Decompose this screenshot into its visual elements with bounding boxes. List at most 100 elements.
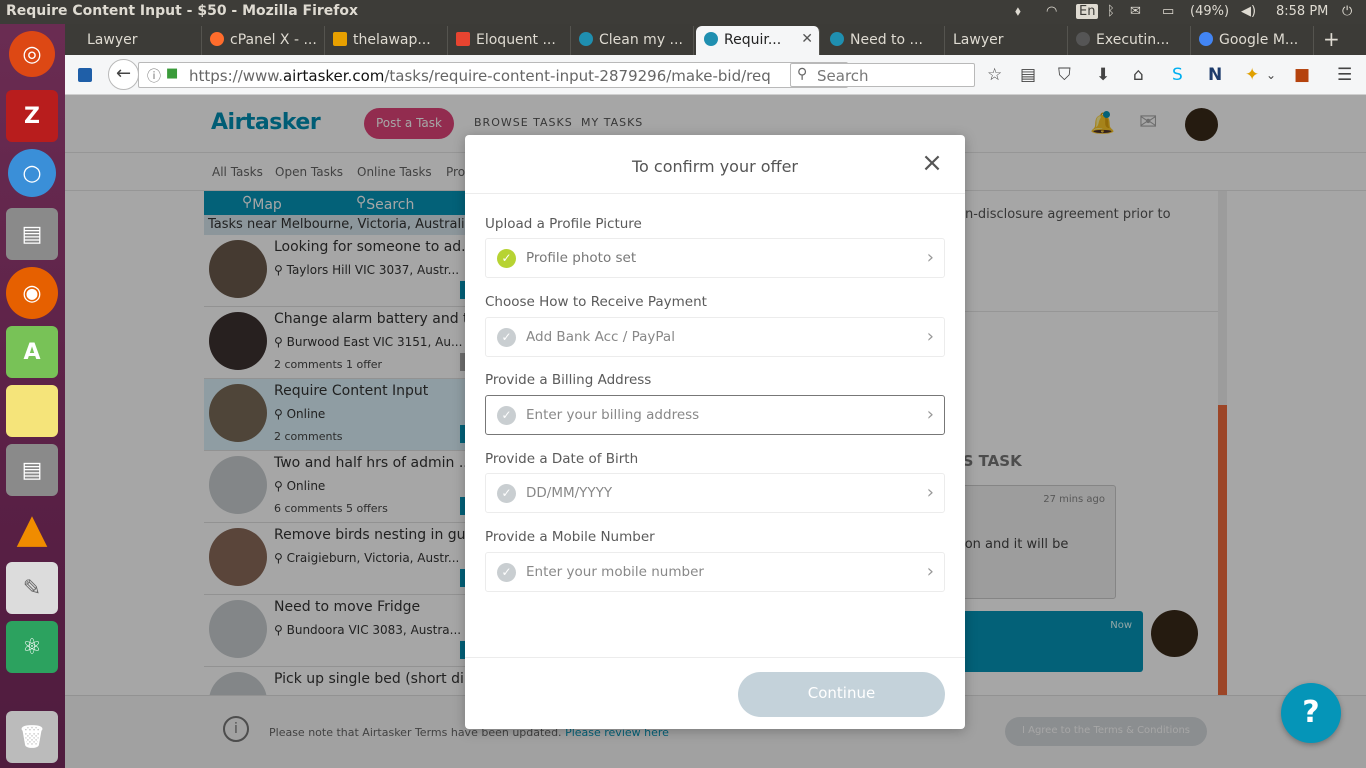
tab-lawyer-2[interactable]: Lawyer [945, 26, 1068, 55]
downloads-icon[interactable]: ⬇ [1096, 65, 1110, 85]
battery-percent: (49%) [1190, 4, 1230, 19]
modal-header: To confirm your offer × [465, 135, 965, 194]
battery-icon[interactable]: ▭ [1162, 4, 1174, 19]
launcher: ◎ Z ○ ▤ ◉ A ▤ ▲ ✎ ⚛ 🗑 [0, 24, 65, 768]
check-icon: ✓ [497, 406, 516, 425]
tab-clean[interactable]: Clean my ... [571, 26, 694, 55]
mobile-number-label: Provide a Mobile Number [485, 529, 655, 545]
mobile-number-value: Enter your mobile number [526, 564, 704, 580]
check-icon: ✓ [497, 484, 516, 503]
clock[interactable]: 8:58 PM [1276, 4, 1328, 19]
search-input[interactable]: ⚲ Search [790, 63, 975, 87]
payment-value: Add Bank Acc / PayPal [526, 329, 675, 345]
bookmark-star-icon[interactable]: ☆ [987, 65, 1002, 85]
os-top-bar: Require Content Input - $50 - Mozilla Fi… [0, 0, 1366, 24]
tab-executing[interactable]: Executin... [1068, 26, 1191, 55]
airtasker-icon [830, 32, 844, 46]
volume-icon[interactable]: ◀) [1241, 4, 1256, 19]
date-of-birth-label: Provide a Date of Birth [485, 451, 639, 467]
reading-list-icon[interactable]: ▤ [1020, 65, 1036, 85]
github-icon [1076, 32, 1090, 46]
extension-n-icon[interactable]: N [1208, 65, 1222, 85]
check-icon: ✓ [497, 249, 516, 268]
vlc-icon[interactable]: ▲ [6, 503, 58, 555]
url-path: /tasks/require-content-input-2879296/mak… [384, 67, 771, 85]
power-icon[interactable]: ⏻ [1342, 4, 1352, 19]
extension-red-icon[interactable]: ■ [1294, 65, 1310, 85]
close-tab-icon[interactable]: ✕ [801, 31, 813, 47]
tab-lawyer[interactable]: Lawyer [79, 26, 202, 55]
chevron-right-icon: › [926, 404, 934, 425]
pma-icon [333, 32, 347, 46]
tab-thelawap[interactable]: thelawap... [325, 26, 448, 55]
airtasker-icon [579, 32, 593, 46]
tab-need-to[interactable]: Need to ... [822, 26, 945, 55]
new-tab-icon[interactable]: + [1323, 27, 1340, 51]
sticky-notes-icon[interactable] [6, 385, 58, 437]
chevron-right-icon: › [926, 561, 934, 582]
billing-address-value: Enter your billing address [526, 407, 700, 423]
divider [465, 657, 965, 658]
tab-require[interactable]: Requir... ✕ [696, 26, 820, 55]
chevron-right-icon: › [926, 247, 934, 268]
window-title: Require Content Input - $50 - Mozilla Fi… [6, 3, 359, 19]
navigation-bar: ← ⓘ ■ https://www.airtasker.com/tasks/re… [65, 55, 1366, 95]
dropbox-icon[interactable]: ⬧ [1015, 4, 1021, 19]
airtasker-icon [704, 32, 718, 46]
extension-puzzle-icon[interactable]: ✦ [1245, 65, 1259, 85]
keyboard-layout[interactable]: En [1076, 4, 1099, 19]
skype-icon[interactable]: S [1172, 65, 1183, 85]
url-prefix: https://www. [189, 67, 283, 85]
firefox-icon[interactable]: ◉ [6, 267, 58, 319]
pocket-icon[interactable]: ⛉ [1058, 65, 1071, 85]
url-bar[interactable]: ⓘ ■ https://www.airtasker.com/tasks/requ… [138, 62, 848, 88]
chevron-down-icon[interactable]: ⌄ [1266, 68, 1276, 82]
chevron-right-icon: › [926, 326, 934, 347]
ubuntu-dash-icon[interactable]: ◎ [9, 31, 55, 77]
google-icon [1199, 32, 1213, 46]
date-of-birth-value: DD/MM/YYYY [526, 485, 613, 501]
modal-title: To confirm your offer [632, 157, 798, 176]
url-info-icon[interactable]: ⓘ [147, 66, 161, 86]
back-button[interactable]: ← [108, 59, 139, 90]
check-icon: ✓ [497, 563, 516, 582]
check-icon: ✓ [497, 328, 516, 347]
tab-eloquent[interactable]: Eloquent ... [448, 26, 571, 55]
close-icon[interactable]: × [921, 150, 943, 176]
text-editor-icon[interactable]: ✎ [6, 562, 58, 614]
menu-icon[interactable]: ☰ [1337, 65, 1352, 85]
trash-icon[interactable]: 🗑 [6, 711, 58, 763]
bluetooth-icon[interactable]: ᛒ [1107, 4, 1115, 19]
tab-cpanel[interactable]: cPanel X - ... [202, 26, 325, 55]
payment-label: Choose How to Receive Payment [485, 294, 707, 310]
tab-google[interactable]: Google M... [1191, 26, 1314, 55]
atom-icon[interactable]: ⚛ [6, 621, 58, 673]
billing-address-row[interactable]: ✓ Enter your billing address › [485, 395, 945, 435]
mobile-number-row[interactable]: ✓ Enter your mobile number › [485, 552, 945, 592]
files-icon[interactable]: ▤ [6, 208, 58, 260]
chromium-icon[interactable]: ○ [8, 149, 56, 197]
search-icon: ⚲ [797, 66, 808, 82]
help-button[interactable]: ? [1281, 683, 1341, 743]
billing-address-label: Provide a Billing Address [485, 372, 652, 388]
date-of-birth-row[interactable]: ✓ DD/MM/YYYY › [485, 473, 945, 513]
android-studio-icon[interactable]: A [6, 326, 58, 378]
pinned-tab-icon[interactable] [78, 68, 92, 82]
confirm-offer-modal: To confirm your offer × Upload a Profile… [465, 135, 965, 729]
profile-picture-row[interactable]: ✓ Profile photo set › [485, 238, 945, 278]
continue-button[interactable]: Continue [738, 672, 945, 717]
laravel-icon [456, 32, 470, 46]
payment-row[interactable]: ✓ Add Bank Acc / PayPal › [485, 317, 945, 357]
search-placeholder: Search [817, 67, 869, 85]
tab-strip: Lawyer cPanel X - ... thelawap... Eloque… [65, 24, 1366, 55]
url-domain: airtasker.com [282, 67, 385, 85]
filezilla-icon[interactable]: Z [6, 90, 58, 142]
files-icon-2[interactable]: ▤ [6, 444, 58, 496]
profile-picture-value: Profile photo set [526, 250, 637, 266]
lock-icon: ■ [166, 66, 179, 81]
wifi-icon[interactable]: ◠ [1046, 4, 1057, 19]
chevron-right-icon: › [926, 482, 934, 503]
home-icon[interactable]: ⌂ [1133, 65, 1144, 85]
mail-icon[interactable]: ✉ [1130, 4, 1141, 19]
cpanel-icon [210, 32, 224, 46]
